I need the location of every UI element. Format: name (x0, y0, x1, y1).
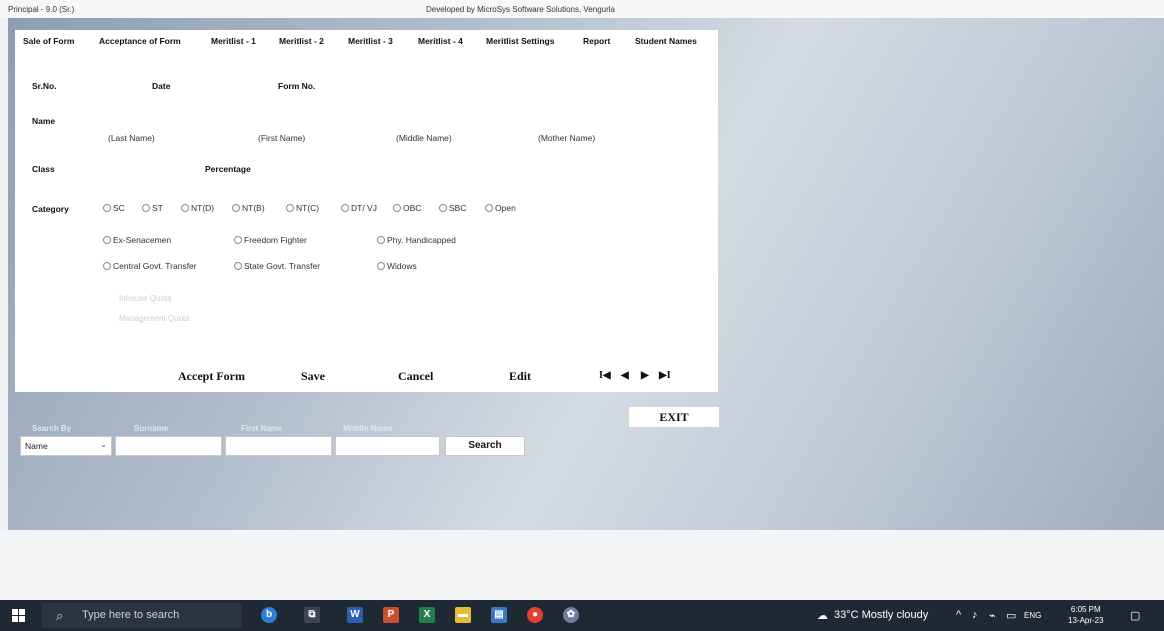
title-bar: Principal - 9.0 (Sr.) Developed by Micro… (0, 0, 1164, 18)
taskbar: ⌕ Type here to search b ⧉ W P X ▬ ▤ ● ✿ … (0, 600, 1164, 631)
search-icon: ⌕ (56, 608, 64, 623)
bing-icon[interactable]: b (261, 607, 277, 623)
excel-icon[interactable]: X (419, 607, 435, 623)
edit-button[interactable]: Edit (509, 369, 531, 384)
category-radio-st[interactable]: ST (142, 203, 163, 213)
tab-bar: Sale of Form Acceptance of Form Meritlis… (15, 36, 718, 52)
notification-icon[interactable]: ▢ (1130, 609, 1140, 622)
inhouse-quota-label: Inhouse Quota (119, 294, 172, 303)
battery-icon[interactable]: ▭ (1006, 609, 1016, 622)
radio-circle (142, 204, 150, 212)
cancel-button[interactable]: Cancel (398, 369, 433, 384)
radio-circle (286, 204, 294, 212)
radio-widows[interactable]: Widows (377, 261, 417, 271)
search-button[interactable]: Search (445, 436, 525, 456)
middle-name-hint: (Middle Name) (396, 133, 452, 143)
taskbar-search-input[interactable]: ⌕ Type here to search (42, 603, 242, 628)
form-no-label: Form No. (278, 81, 316, 91)
lower-strip (0, 530, 1164, 600)
radio-circle (232, 204, 240, 212)
category-radio-ntc[interactable]: NT(C) (286, 203, 319, 213)
powerpoint-icon[interactable]: P (383, 607, 399, 623)
category-label: Category (32, 204, 69, 214)
tab-acceptance-of-form[interactable]: Acceptance of Form (99, 36, 181, 46)
surname-input[interactable] (115, 436, 222, 456)
surname-label: Surname (134, 424, 169, 433)
first-record-icon[interactable]: I◀ (599, 370, 611, 381)
radio-circle (103, 262, 111, 270)
radio-circle (485, 204, 493, 212)
search-by-label: Search By (32, 424, 72, 433)
middle-name-label: Middle Name (343, 424, 393, 433)
chevron-up-icon[interactable]: ^ (956, 609, 961, 621)
exit-button[interactable]: EXIT (629, 407, 719, 427)
tab-meritlist-settings[interactable]: Meritlist Settings (486, 36, 554, 46)
weather-text[interactable]: 33°C Mostly cloudy (834, 609, 928, 621)
search-by-select[interactable]: Name ⌄ (20, 436, 112, 456)
first-name-label: First Name (241, 424, 283, 433)
category-radio-ntd[interactable]: NT(D) (181, 203, 214, 213)
category-radio-obc[interactable]: OBC (393, 203, 421, 213)
category-radio-sbc[interactable]: SBC (439, 203, 466, 213)
tab-meritlist-2[interactable]: Meritlist - 2 (279, 36, 324, 46)
radio-circle (439, 204, 447, 212)
app-icon[interactable]: ▤ (491, 607, 507, 623)
save-button[interactable]: Save (301, 369, 325, 384)
management-quota-label: Management Quota (119, 314, 190, 323)
radio-circle (103, 236, 111, 244)
name-label: Name (32, 116, 56, 126)
radio-freedom-fighter[interactable]: Freedom Fighter (234, 235, 307, 245)
radio-phy-handicapped[interactable]: Phy. Handicapped (377, 235, 456, 245)
mother-name-hint: (Mother Name) (538, 133, 596, 143)
radio-state-govt-transfer[interactable]: State Govt. Transfer (234, 261, 320, 271)
tab-student-names[interactable]: Student Names (635, 36, 697, 46)
chevron-down-icon: ⌄ (100, 440, 107, 449)
radio-circle (234, 262, 242, 270)
category-radio-dtvj[interactable]: DT/ VJ (341, 203, 377, 213)
middle-name-input[interactable] (335, 436, 440, 456)
file-explorer-icon[interactable]: ▬ (455, 607, 471, 623)
window-title: Principal - 9.0 (Sr.) (8, 5, 75, 14)
radio-circle (181, 204, 189, 212)
radio-central-govt-transfer[interactable]: Central Govt. Transfer (103, 261, 197, 271)
first-name-input[interactable] (225, 436, 332, 456)
principal-app-icon[interactable]: ✿ (563, 607, 579, 623)
radio-circle (377, 236, 385, 244)
tab-sale-of-form[interactable]: Sale of Form (23, 36, 74, 46)
last-record-icon[interactable]: ▶I (659, 370, 671, 381)
first-name-hint: (First Name) (258, 133, 306, 143)
category-radio-sc[interactable]: SC (103, 203, 125, 213)
prev-record-icon[interactable]: ◀ (621, 370, 629, 381)
tab-report[interactable]: Report (583, 36, 610, 46)
word-icon[interactable]: W (347, 607, 363, 623)
developer-credit: Developed by MicroSys Software Solutions… (426, 5, 615, 14)
radio-circle (341, 204, 349, 212)
radio-circle (234, 236, 242, 244)
language-indicator[interactable]: ENG (1024, 611, 1041, 620)
category-radio-open[interactable]: Open (485, 203, 516, 213)
volume-icon[interactable]: ♪ (972, 609, 978, 621)
network-icon[interactable]: ⌁ (989, 609, 996, 622)
windows-start-icon[interactable] (12, 609, 26, 623)
class-label: Class (32, 164, 55, 174)
chrome-icon[interactable]: ● (527, 607, 543, 623)
tab-meritlist-3[interactable]: Meritlist - 3 (348, 36, 393, 46)
radio-circle (393, 204, 401, 212)
tab-meritlist-4[interactable]: Meritlist - 4 (418, 36, 463, 46)
form-panel: Sale of Form Acceptance of Form Meritlis… (15, 30, 718, 392)
sr-no-label: Sr.No. (32, 81, 57, 91)
task-view-icon[interactable]: ⧉ (304, 607, 320, 623)
radio-circle (377, 262, 385, 270)
tab-meritlist-1[interactable]: Meritlist - 1 (211, 36, 256, 46)
date-label: Date (152, 81, 171, 91)
last-name-hint: (Last Name) (108, 133, 155, 143)
accept-form-button[interactable]: Accept Form (178, 369, 245, 384)
taskbar-clock[interactable]: 6:05 PM 13-Apr-23 (1068, 604, 1104, 626)
radio-ex-servicemen[interactable]: Ex-Senacemen (103, 235, 171, 245)
category-radio-ntb[interactable]: NT(B) (232, 203, 265, 213)
weather-icon[interactable]: ☁ (817, 609, 828, 622)
percentage-label: Percentage (205, 164, 251, 174)
next-record-icon[interactable]: ▶ (641, 370, 649, 381)
radio-circle (103, 204, 111, 212)
